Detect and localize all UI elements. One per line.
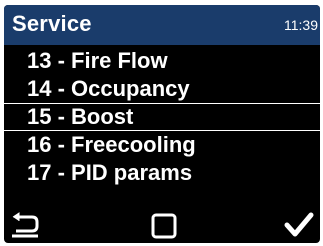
screen-title: Service [12, 11, 92, 36]
menu-item-label: 17 - PID params [27, 160, 193, 185]
menu-item-label: 16 - Freecooling [27, 132, 196, 157]
back-arrow-icon [12, 212, 39, 238]
menu-item-label: 13 - Fire Flow [27, 48, 168, 73]
clock: 11:39 [284, 17, 318, 33]
checkmark-icon [284, 212, 314, 237]
softkey-bar [4, 209, 320, 243]
menu-item-fire-flow[interactable]: 13 - Fire Flow [4, 47, 320, 75]
device-screen: Service 11:39 13 - Fire Flow 14 - Occupa… [4, 5, 320, 243]
menu-item-label: 15 - Boost [27, 104, 134, 129]
menu-item-freecooling[interactable]: 16 - Freecooling [4, 131, 320, 159]
square-icon [151, 213, 177, 239]
service-menu: 13 - Fire Flow 14 - Occupancy 15 - Boost… [4, 47, 320, 187]
menu-item-pid-params[interactable]: 17 - PID params [4, 159, 320, 187]
back-button[interactable] [10, 212, 40, 243]
menu-item-boost[interactable]: 15 - Boost [4, 103, 320, 131]
home-button[interactable] [150, 212, 178, 243]
confirm-button[interactable] [284, 212, 314, 243]
menu-item-occupancy[interactable]: 14 - Occupancy [4, 75, 320, 103]
title-bar: Service 11:39 [4, 5, 320, 45]
menu-item-label: 14 - Occupancy [27, 76, 190, 101]
